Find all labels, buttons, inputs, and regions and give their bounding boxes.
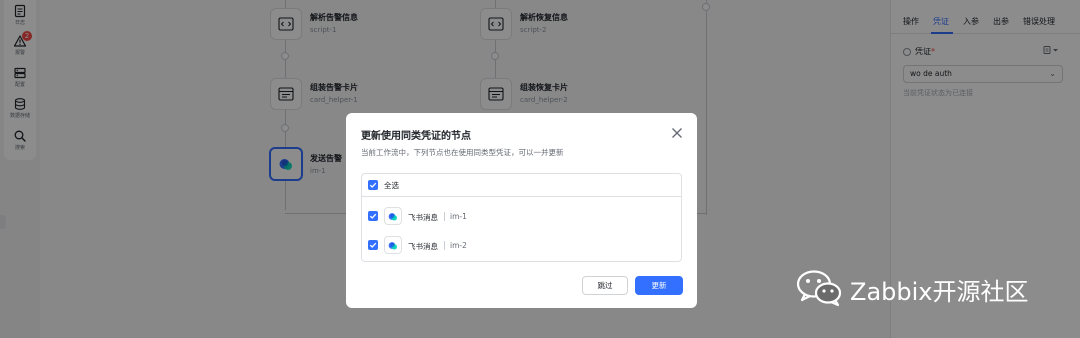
feishu-app-icon	[384, 236, 402, 254]
divider	[444, 241, 445, 250]
divider	[444, 212, 445, 221]
feishu-icon	[388, 212, 397, 220]
node-name: 飞书消息	[408, 242, 438, 251]
skip-button[interactable]: 跳过	[582, 276, 628, 295]
list-item: 飞书消息 im-1	[362, 203, 681, 229]
watermark-text: Zabbix开源社区	[850, 278, 1029, 306]
node-id: im-2	[450, 241, 467, 250]
row-checkbox[interactable]	[368, 240, 378, 250]
select-all-label: 全选	[384, 181, 399, 190]
row-checkbox[interactable]	[368, 211, 378, 221]
node-id: im-1	[450, 212, 467, 221]
feishu-app-icon	[384, 207, 402, 225]
update-credential-dialog: 更新使用同类凭证的节点 当前工作流中，下列节点也在使用同类型凭证，可以一并更新 …	[346, 113, 697, 308]
list-item: 飞书消息 im-2	[362, 232, 681, 258]
update-button[interactable]: 更新	[635, 276, 683, 295]
feishu-icon	[388, 241, 397, 249]
select-all-checkbox[interactable]	[368, 180, 378, 190]
dialog-title: 更新使用同类凭证的节点	[361, 131, 471, 142]
close-icon[interactable]	[670, 126, 684, 140]
dialog-description: 当前工作流中，下列节点也在使用同类型凭证，可以一并更新	[361, 148, 564, 157]
wechat-watermark: Zabbix开源社区	[795, 266, 1065, 310]
select-all-row: 全选	[362, 174, 681, 197]
checkmark-icon	[369, 213, 377, 219]
node-list: 全选 飞书消息 im-1 飞书消息 im-2	[361, 173, 682, 262]
node-name: 飞书消息	[408, 213, 438, 222]
checkmark-icon	[369, 242, 377, 248]
wechat-icon	[796, 270, 842, 307]
checkmark-icon	[369, 182, 377, 188]
